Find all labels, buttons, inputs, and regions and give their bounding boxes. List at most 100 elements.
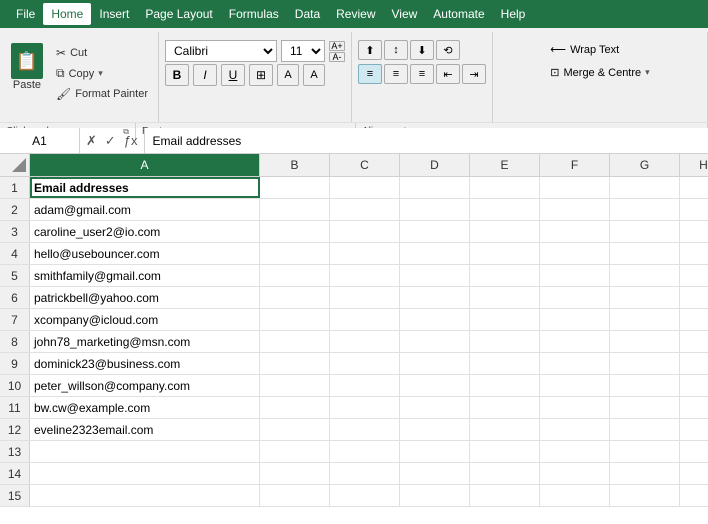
sheet-cell[interactable] xyxy=(610,287,680,308)
sheet-cell[interactable] xyxy=(540,353,610,374)
sheet-cell[interactable] xyxy=(400,397,470,418)
menu-review[interactable]: Review xyxy=(328,3,383,25)
sheet-cell[interactable] xyxy=(470,375,540,396)
col-header-h[interactable]: H xyxy=(680,154,708,176)
cell-reference-input[interactable] xyxy=(0,128,80,153)
menu-home[interactable]: Home xyxy=(43,3,91,25)
align-top-button[interactable]: ⬆ xyxy=(358,40,382,60)
sheet-cell[interactable] xyxy=(330,353,400,374)
sheet-cell[interactable] xyxy=(470,243,540,264)
col-header-a[interactable]: A xyxy=(30,154,260,176)
sheet-cell[interactable]: xcompany@icloud.com xyxy=(30,309,260,330)
sheet-cell[interactable] xyxy=(330,265,400,286)
sheet-cell[interactable] xyxy=(400,375,470,396)
font-color-button[interactable]: A xyxy=(303,64,325,86)
copy-button[interactable]: ⧉ Copy ▾ xyxy=(52,64,152,83)
sheet-cell[interactable] xyxy=(470,353,540,374)
sheet-cell[interactable] xyxy=(680,419,708,440)
sheet-cell[interactable] xyxy=(470,331,540,352)
sheet-cell[interactable] xyxy=(680,287,708,308)
sheet-cell[interactable] xyxy=(330,177,400,198)
sheet-cell[interactable] xyxy=(260,441,330,462)
menu-file[interactable]: File xyxy=(8,3,43,25)
sheet-cell[interactable] xyxy=(260,309,330,330)
sheet-cell[interactable] xyxy=(540,265,610,286)
sheet-cell[interactable] xyxy=(330,287,400,308)
underline-button[interactable]: U xyxy=(221,64,245,86)
sheet-cell[interactable] xyxy=(540,221,610,242)
sheet-cell[interactable] xyxy=(680,331,708,352)
sheet-cell[interactable] xyxy=(470,485,540,506)
sheet-cell[interactable] xyxy=(610,309,680,330)
sheet-cell[interactable] xyxy=(610,177,680,198)
sheet-cell[interactable] xyxy=(680,265,708,286)
row-number[interactable]: 12 xyxy=(0,419,30,440)
sheet-cell[interactable] xyxy=(540,309,610,330)
sheet-cell[interactable]: bw.cw@example.com xyxy=(30,397,260,418)
sheet-cell[interactable] xyxy=(260,287,330,308)
sheet-cell[interactable] xyxy=(610,265,680,286)
align-center-button[interactable]: ≡ xyxy=(384,64,408,84)
sheet-cell[interactable] xyxy=(680,441,708,462)
sheet-cell[interactable] xyxy=(680,353,708,374)
sheet-cell[interactable] xyxy=(260,331,330,352)
sheet-cell[interactable] xyxy=(610,199,680,220)
sheet-cell[interactable] xyxy=(400,265,470,286)
font-size-select[interactable]: 11 xyxy=(281,40,325,62)
sheet-cell[interactable]: eveline2323email.com xyxy=(30,419,260,440)
sheet-cell[interactable] xyxy=(610,331,680,352)
align-right-button[interactable]: ≡ xyxy=(410,64,434,84)
sheet-cell[interactable] xyxy=(260,243,330,264)
sheet-cell[interactable] xyxy=(400,221,470,242)
sheet-cell[interactable]: hello@usebouncer.com xyxy=(30,243,260,264)
col-header-e[interactable]: E xyxy=(470,154,540,176)
row-number[interactable]: 9 xyxy=(0,353,30,374)
sheet-cell[interactable] xyxy=(680,309,708,330)
sheet-cell[interactable] xyxy=(330,331,400,352)
sheet-cell[interactable] xyxy=(610,485,680,506)
sheet-cell[interactable] xyxy=(30,441,260,462)
sheet-cell[interactable] xyxy=(610,353,680,374)
sheet-cell[interactable]: Email addresses xyxy=(30,177,260,198)
sheet-cell[interactable] xyxy=(470,287,540,308)
sheet-cell[interactable] xyxy=(400,199,470,220)
sheet-cell[interactable] xyxy=(470,463,540,484)
sheet-cell[interactable] xyxy=(470,397,540,418)
sheet-cell[interactable] xyxy=(470,309,540,330)
menu-automate[interactable]: Automate xyxy=(425,3,492,25)
row-number[interactable]: 8 xyxy=(0,331,30,352)
row-number[interactable]: 4 xyxy=(0,243,30,264)
sheet-cell[interactable]: dominick23@business.com xyxy=(30,353,260,374)
row-number[interactable]: 13 xyxy=(0,441,30,462)
sheet-cell[interactable]: john78_marketing@msn.com xyxy=(30,331,260,352)
orientation-button[interactable]: ⟲ xyxy=(436,40,460,60)
sheet-cell[interactable] xyxy=(260,485,330,506)
sheet-cell[interactable] xyxy=(540,485,610,506)
sheet-cell[interactable]: patrickbell@yahoo.com xyxy=(30,287,260,308)
sheet-cell[interactable]: caroline_user2@io.com xyxy=(30,221,260,242)
sheet-cell[interactable] xyxy=(400,331,470,352)
sheet-cell[interactable] xyxy=(680,221,708,242)
sheet-cell[interactable] xyxy=(470,265,540,286)
formula-insert-function-button[interactable]: ƒx xyxy=(122,133,140,148)
cut-button[interactable]: ✂ Cut xyxy=(52,44,152,62)
sheet-cell[interactable] xyxy=(260,221,330,242)
sheet-cell[interactable] xyxy=(30,485,260,506)
merge-centre-button[interactable]: ⊡ Merge & Centre ▾ xyxy=(543,63,656,82)
sheet-cell[interactable] xyxy=(330,199,400,220)
sheet-cell[interactable] xyxy=(400,463,470,484)
col-header-f[interactable]: F xyxy=(540,154,610,176)
sheet-cell[interactable] xyxy=(610,243,680,264)
row-number[interactable]: 5 xyxy=(0,265,30,286)
menu-data[interactable]: Data xyxy=(287,3,328,25)
sheet-cell[interactable] xyxy=(540,287,610,308)
border-button[interactable]: ⊞ xyxy=(249,64,273,86)
sheet-cell[interactable] xyxy=(400,243,470,264)
sheet-cell[interactable] xyxy=(400,177,470,198)
sheet-cell[interactable] xyxy=(260,419,330,440)
sheet-cell[interactable] xyxy=(540,331,610,352)
sheet-cell[interactable] xyxy=(610,397,680,418)
row-number[interactable]: 1 xyxy=(0,177,30,198)
row-number[interactable]: 15 xyxy=(0,485,30,506)
col-header-d[interactable]: D xyxy=(400,154,470,176)
